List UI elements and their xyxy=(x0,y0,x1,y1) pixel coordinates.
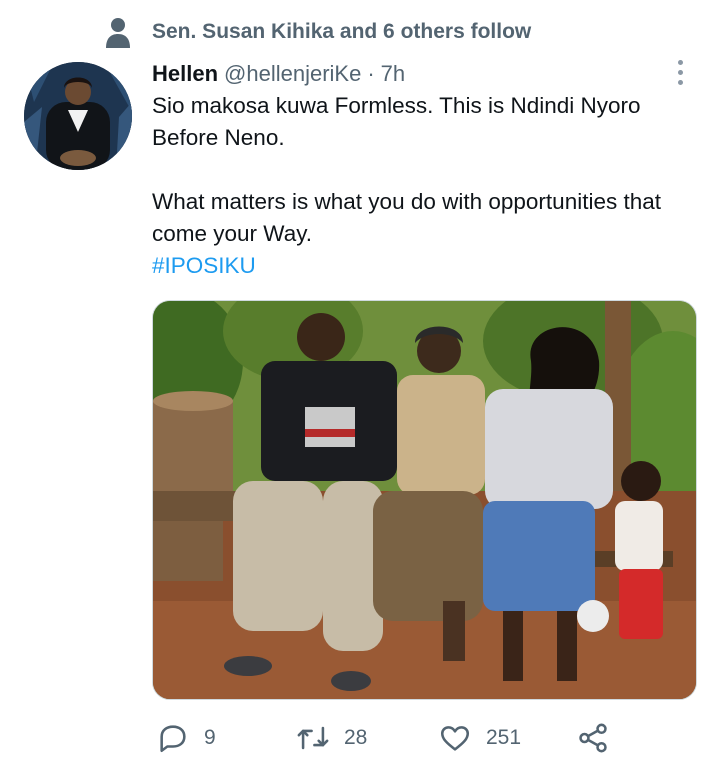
action-bar: 9 28 251 xyxy=(152,718,672,758)
heart-icon xyxy=(440,726,470,751)
tweet-line-1: Sio makosa kuwa Formless. This is Ndindi… xyxy=(152,93,641,150)
tweet-photo[interactable] xyxy=(152,300,697,700)
retweet-button[interactable]: 28 xyxy=(296,721,367,755)
tweet-header: Hellen @hellenjeriKe · 7h xyxy=(152,58,405,90)
hashtag-link[interactable]: #IPOSIKU xyxy=(152,253,256,278)
social-context-text: Sen. Susan Kihika and 6 others follow xyxy=(152,20,532,43)
retweet-icon xyxy=(297,726,329,750)
reply-button[interactable]: 9 xyxy=(156,721,216,755)
author-name[interactable]: Hellen xyxy=(152,61,218,87)
share-icon xyxy=(579,723,607,753)
separator-dot: · xyxy=(367,61,375,86)
tweet-text: Sio makosa kuwa Formless. This is Ndindi… xyxy=(152,90,702,282)
person-icon xyxy=(106,18,130,48)
retweet-count: 28 xyxy=(344,726,368,749)
like-button[interactable]: 251 xyxy=(438,721,521,755)
timestamp[interactable]: 7h xyxy=(381,61,405,87)
share-button[interactable] xyxy=(576,721,610,755)
author-handle[interactable]: @hellenjeriKe xyxy=(224,61,361,87)
avatar-image xyxy=(24,62,132,170)
photo-image xyxy=(153,301,696,699)
like-count: 251 xyxy=(486,726,522,749)
reply-count: 9 xyxy=(204,726,216,749)
avatar[interactable] xyxy=(24,62,132,170)
reply-icon xyxy=(160,725,186,753)
social-context[interactable]: Sen. Susan Kihika and 6 others follow xyxy=(104,16,531,48)
more-options-icon[interactable] xyxy=(670,56,690,88)
tweet-line-2: What matters is what you do with opportu… xyxy=(152,189,661,246)
